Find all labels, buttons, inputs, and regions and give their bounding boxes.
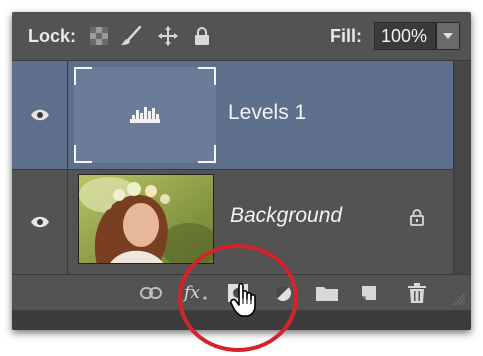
eye-icon xyxy=(30,216,49,228)
chevron-down-icon xyxy=(443,33,453,39)
layer-row-levels[interactable]: Levels 1 xyxy=(12,61,453,169)
link-icon xyxy=(140,287,162,299)
fill-dropdown-button[interactable] xyxy=(436,22,460,50)
folder-icon xyxy=(316,287,338,301)
adjustment-thumbnail[interactable] xyxy=(74,67,216,163)
new-layer-button[interactable] xyxy=(360,283,378,303)
photo-thumbnail[interactable] xyxy=(78,174,214,264)
lock-transparent-pixels-icon[interactable] xyxy=(90,26,108,46)
trash-icon xyxy=(408,283,426,303)
visibility-toggle[interactable] xyxy=(12,61,68,169)
layer-name[interactable]: Background xyxy=(230,204,342,228)
fill-label: Fill: xyxy=(330,26,362,46)
link-layers-button[interactable] xyxy=(140,283,162,303)
resize-grip[interactable] xyxy=(452,293,466,311)
layers-list: Levels 1 Background xyxy=(12,61,453,274)
lock-label: Lock: xyxy=(28,26,77,46)
delete-layer-button[interactable] xyxy=(408,283,426,303)
lock-position-move-icon[interactable] xyxy=(158,26,178,46)
scrollbar[interactable] xyxy=(453,61,471,274)
lock-all-padlock-icon[interactable] xyxy=(194,26,210,46)
eye-icon xyxy=(30,109,49,121)
visibility-toggle[interactable] xyxy=(12,170,68,274)
portrait-photo-image xyxy=(79,175,213,263)
lock-fill-bar: Lock: Fill: 100% xyxy=(12,12,471,61)
padlock-icon xyxy=(410,208,424,231)
hand-cursor-icon xyxy=(230,282,256,317)
new-layer-icon xyxy=(362,286,376,300)
lock-image-pixels-brush-icon[interactable] xyxy=(120,26,142,46)
fill-input[interactable]: 100% xyxy=(374,22,436,50)
layer-name[interactable]: Levels 1 xyxy=(228,101,306,125)
levels-histogram-icon xyxy=(130,107,160,123)
new-group-button[interactable] xyxy=(316,283,338,303)
